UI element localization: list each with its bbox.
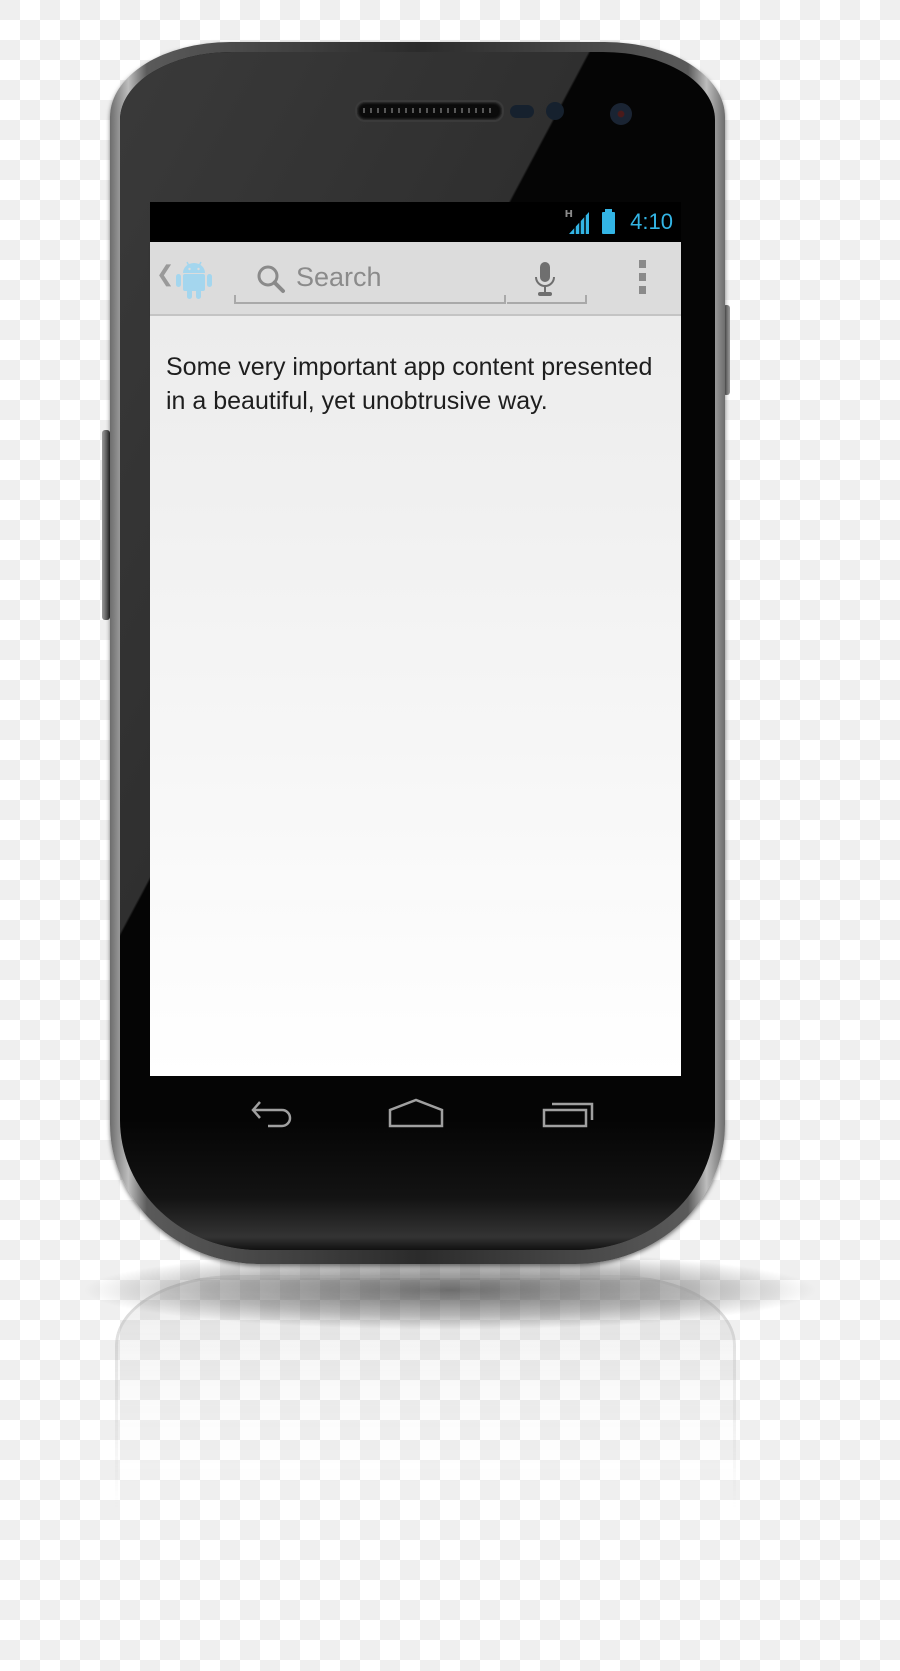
screen: H 4:10 ❮ Search Some very important app … [150,202,681,1076]
phone-reflection [115,1275,736,1508]
phone-body: H 4:10 ❮ Search Some very important app … [110,42,725,1264]
battery-full-icon [602,209,615,234]
more-vertical-icon[interactable] [639,260,647,294]
home-button[interactable] [386,1094,446,1134]
phone-bezel: H 4:10 ❮ Search Some very important app … [120,52,715,1250]
search-field[interactable] [234,250,506,304]
android-robot-icon[interactable] [174,258,214,300]
search-icon [257,265,285,293]
volume-button [102,430,110,620]
back-arrow-icon [251,1101,292,1128]
status-bar: H 4:10 [150,202,681,242]
signal-strength-icon [569,212,589,234]
content-text: Some very important app content presente… [166,353,653,415]
voice-search-button[interactable] [507,250,587,304]
earpiece-speaker [355,100,504,122]
light-sensor [546,102,564,120]
status-clock: 4:10 [630,209,673,234]
action-bar: ❮ [150,242,681,316]
home-icon [388,1098,444,1128]
navigation-bar [150,1076,681,1156]
app-content: Some very important app content presente… [150,316,681,1076]
recent-apps-icon [542,1102,594,1128]
chevron-left-icon[interactable]: ❮ [156,262,174,287]
proximity-sensor [510,105,534,118]
front-camera [610,103,632,125]
microphone-icon [535,262,555,296]
back-button[interactable] [242,1094,302,1134]
speaker-grille [363,108,496,113]
recent-apps-button[interactable] [538,1094,598,1134]
search-input[interactable] [296,260,496,294]
